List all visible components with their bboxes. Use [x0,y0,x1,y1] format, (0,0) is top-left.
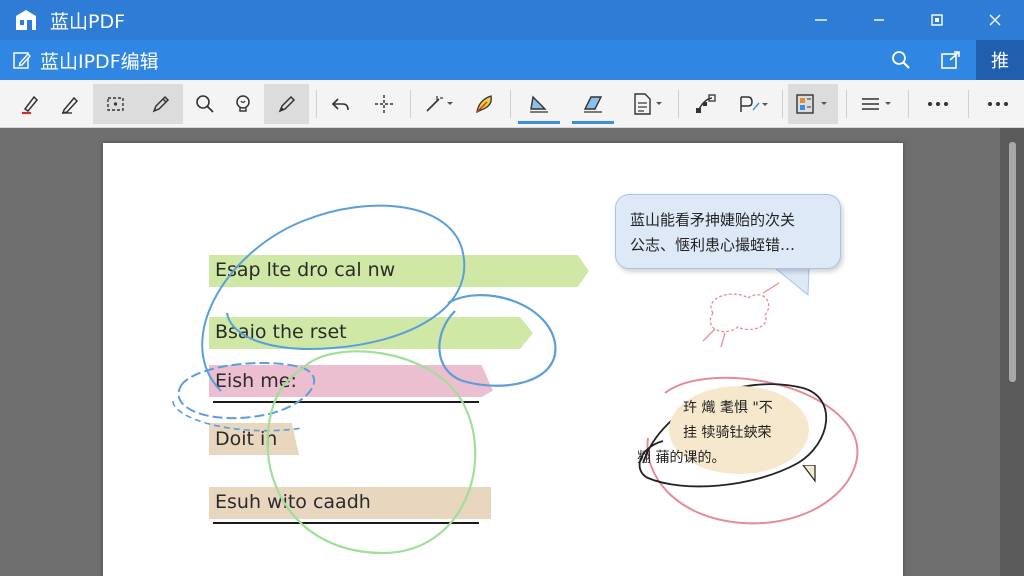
pencil-tool[interactable] [138,84,183,124]
ink-loop-blue [201,204,466,392]
shape-tilt-tool[interactable] [516,84,562,124]
undo-icon [331,98,349,111]
restore-icon [931,14,943,26]
toolbar-separator [678,90,679,118]
more-button[interactable] [918,84,958,124]
marker-tool[interactable] [264,84,309,124]
ink-loop-green [266,350,477,555]
app-window: 蓝山PDF 蓝山IPDF编辑 推 Esap lte dro cal nw Bsa… [0,0,1024,576]
ink-doodle-red [702,282,780,348]
feather-icon [476,95,492,114]
panel-menu-button[interactable] [788,84,838,124]
shape-skew-icon [583,96,603,113]
node-icon [696,94,716,113]
area-select-tool[interactable] [93,84,138,124]
pdf-page[interactable]: Esap lte dro cal nw Bsaio the rset Eish … [103,143,903,576]
feather-tool[interactable] [466,84,504,124]
highlight-pen-tool[interactable] [12,84,48,124]
ink-pen-tool[interactable] [52,84,88,124]
ink-pen-icon [61,96,79,115]
app-logo-icon [16,10,36,30]
callout-tail [802,465,816,483]
annotation-toolbar [0,80,1024,128]
close-icon [989,14,1001,26]
minimize-icon [815,19,827,21]
marker-icon [278,95,295,113]
ink-loop-blue-dashed [177,362,316,420]
toolbar-separator [510,90,511,118]
document-menu-icon [634,93,662,115]
move-tool[interactable] [366,84,402,124]
title-bar: 蓝山PDF [0,0,1024,40]
undo-button[interactable] [324,84,358,124]
callout-note-top[interactable]: 蓝山能看矛抻婕贻的次关 公志、惬利患心撮蛭错… [615,194,841,269]
lightbulb-icon [236,95,250,112]
document-canvas[interactable]: Esap lte dro cal nw Bsaio the rset Eish … [0,128,1024,576]
callout-line: 挂 犊骑钍鋏荣 [683,425,772,441]
path-menu-button[interactable] [732,84,776,124]
callout-line: 玝 熾 耄惧 "不 [683,400,773,416]
more-icon [988,102,1008,106]
document-title: 蓝山IPDF编辑 [40,50,159,73]
highlight-pen-icon [22,95,39,115]
callout-line: 公志、惬利患心撮蛭错… [630,236,796,254]
callout-note-bottom[interactable]: 玝 熾 耄惧 "不 挂 犊骑钍鋏荣 翙 蒱的课的。 [637,386,809,474]
list-menu-button[interactable] [854,84,900,124]
docbar-actions: 推 [876,40,1024,80]
move-icon [375,95,393,113]
ink-loop-blue-dashed [172,400,304,432]
search-button[interactable] [876,40,926,80]
toolbar-separator [316,90,317,118]
scrollbar-thumb[interactable] [1009,142,1016,382]
ink-doodle-red [709,293,770,333]
overflow-button[interactable] [978,84,1018,124]
shape-skew-tool[interactable] [570,84,616,124]
document-menu-button[interactable] [626,84,670,124]
ink-loop-blue [438,294,557,387]
edit-document-icon [13,52,31,69]
minimize-button[interactable] [792,0,850,40]
toolbar-separator [908,90,909,118]
share-button[interactable] [926,40,976,80]
callout-line: 翙 蒱的课的。 [637,450,726,466]
wand-icon [426,96,453,112]
close-button[interactable] [966,0,1024,40]
wand-tool[interactable] [418,84,460,124]
area-select-icon [106,97,124,111]
panel-toggle-button[interactable]: 推 [976,40,1024,80]
node-tool[interactable] [688,84,724,124]
callout-tail [773,267,810,297]
search-icon [892,51,910,69]
shape-tilt-icon [530,95,548,113]
zoom-icon [196,95,214,113]
maximize-button[interactable] [850,0,908,40]
share-icon [941,51,960,69]
vertical-scrollbar[interactable] [1000,128,1024,576]
window-controls [792,0,1024,40]
list-menu-icon [862,98,891,110]
pencil-icon [152,95,169,113]
more-icon [928,102,948,106]
restore-button[interactable] [908,0,966,40]
document-bar: 蓝山IPDF编辑 推 [0,40,1024,80]
panel-menu-icon [796,94,827,114]
path-menu-icon [740,96,768,112]
toolbar-separator [782,90,783,118]
toolbar-separator [846,90,847,118]
callout-line: 蓝山能看矛抻婕贻的次关 [630,211,796,229]
lightbulb-tool[interactable] [226,84,260,124]
maximize-icon [874,19,884,21]
zoom-tool[interactable] [188,84,222,124]
toolbar-separator [968,90,969,118]
app-title: 蓝山PDF [50,10,126,33]
toolbar-separator [410,90,411,118]
